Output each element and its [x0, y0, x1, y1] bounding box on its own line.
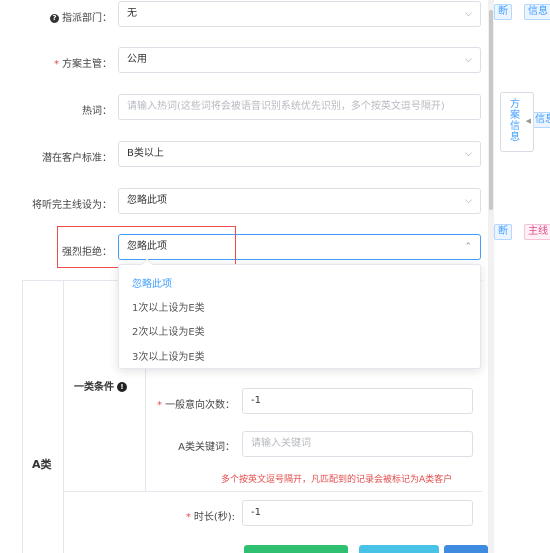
dropdown-option[interactable]: 忽略此项 — [132, 275, 172, 290]
chevron-down-icon: ⌵ — [465, 9, 472, 19]
row-mainline-label-wrap: 将听完主线设为： — [0, 193, 112, 211]
duration-label: * 时长(秒): — [185, 512, 235, 523]
right-tag-1[interactable]: 断 — [494, 4, 512, 20]
dropdown-option[interactable]: 1次以上设为E类 — [132, 299, 205, 314]
dept-select[interactable]: 无 ⌵ — [118, 1, 481, 27]
intent-count-label: * 一般意向次数： — [157, 400, 235, 411]
question-icon[interactable]: ? — [50, 14, 59, 23]
supervisor-select[interactable]: 公用 ⌵ — [118, 47, 481, 73]
caret-left-icon: ◀ — [525, 117, 531, 125]
row-potential-label-wrap: 潜在客户标准： — [0, 146, 112, 164]
bottom-button-blue[interactable] — [444, 545, 488, 553]
right-tag-2[interactable]: 信息 — [524, 4, 550, 20]
side-tab-plan-info[interactable]: 方案信息 ◀ — [500, 92, 534, 152]
hotword-label: 热词： — [82, 106, 112, 117]
a-keyword-input[interactable]: 请输入关键词 — [242, 431, 473, 457]
duration-input[interactable]: -1 — [242, 500, 473, 526]
section-a-title: A类 — [32, 458, 52, 471]
chevron-down-icon: ⌵ — [465, 149, 472, 159]
dropdown-option[interactable]: 3次以上设为E类 — [132, 348, 205, 363]
row-supervisor-label-wrap: * 方案主管： — [0, 52, 112, 70]
info-icon[interactable]: ! — [117, 382, 127, 392]
a-keyword-hint: 多个按英文逗号隔开，凡匹配到的记录会被标记为A类客户 — [221, 475, 453, 485]
strong-reject-dropdown: 忽略此项 1次以上设为E类 2次以上设为E类 3次以上设为E类 — [118, 258, 481, 369]
row-dept-label-wrap: ? 指派部门： — [0, 6, 112, 24]
side-tab-label: 方案信息 — [510, 99, 520, 143]
condition-one-title: 一类条件! — [74, 378, 127, 393]
chevron-down-icon: ⌵ — [465, 55, 472, 65]
row-hotword-label-wrap: 热词： — [0, 99, 112, 117]
intent-count-input[interactable]: -1 — [242, 388, 473, 414]
potential-customer-select[interactable]: B类以上 ⌵ — [118, 141, 481, 167]
mainline-label: 将听完主线设为： — [32, 200, 112, 211]
bottom-button-cyan[interactable] — [359, 545, 439, 553]
potential-customer-label: 潜在客户标准： — [42, 153, 112, 164]
dropdown-option[interactable]: 2次以上设为E类 — [132, 323, 205, 338]
section-divider-horizontal — [63, 491, 482, 492]
supervisor-label: * 方案主管： — [54, 59, 112, 70]
chevron-down-icon: ⌵ — [465, 196, 472, 206]
bottom-button-green[interactable] — [244, 545, 348, 553]
chevron-up-icon: ⌃ — [464, 242, 472, 252]
section-divider-vertical — [63, 280, 64, 553]
dept-label: ? 指派部门： — [50, 9, 112, 24]
right-tag-5[interactable]: 主线 — [524, 224, 550, 240]
section-divider-vertical-inner — [145, 362, 146, 492]
a-keyword-label: A类关键词： — [178, 442, 235, 453]
right-tag-4[interactable]: 断 — [494, 224, 512, 240]
page-scrollbar-thumb[interactable] — [489, 10, 493, 210]
mainline-select[interactable]: 忽略此项 ⌵ — [118, 188, 481, 214]
hotword-input[interactable]: 请输入热词(这些词将会被语音识别系统优先识别，多个按英文逗号隔开) — [118, 94, 481, 120]
